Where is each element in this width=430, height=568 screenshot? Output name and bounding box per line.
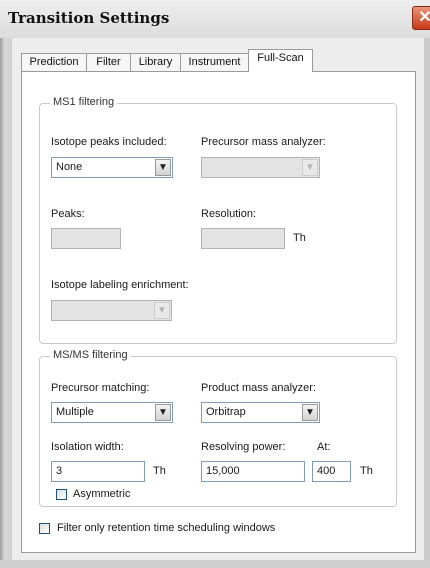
precursor-matching-select[interactable]: Multiple ▼ [51,402,173,423]
ms1-group-label: MS1 filtering [50,96,118,108]
msms-filtering-group: MS/MS filtering Precursor matching: Mult… [39,349,397,507]
at-unit: Th [360,465,373,477]
precursor-mass-analyzer-select[interactable]: ▼ [201,157,320,178]
isolation-width-unit: Th [153,465,166,477]
isotope-peaks-label: Isotope peaks included: [51,136,167,148]
title-bar: Transition Settings ✕ [0,0,430,38]
at-field[interactable]: 400 [312,461,351,482]
tab-full-scan[interactable]: Full-Scan [248,49,313,72]
ms1-filtering-group: MS1 filtering Isotope peaks included: No… [39,96,397,344]
at-label: At: [317,441,331,453]
chevron-down-icon: ▼ [302,404,318,421]
chevron-down-icon: ▼ [155,159,171,176]
resolution-unit: Th [293,232,306,244]
enrichment-select[interactable]: ▼ [51,300,172,321]
close-icon: ✕ [418,9,430,26]
chevron-down-icon: ▼ [302,159,318,176]
close-button[interactable]: ✕ [412,6,430,30]
enrichment-label: Isotope labeling enrichment: [51,279,189,291]
tab-filter[interactable]: Filter [86,53,131,71]
full-scan-panel: MS1 filtering Isotope peaks included: No… [21,71,416,553]
msms-group-label: MS/MS filtering [50,349,131,361]
resolving-power-label: Resolving power: [201,441,286,453]
tab-instrument[interactable]: Instrument [180,53,249,71]
isolation-width-label: Isolation width: [51,441,124,453]
precursor-mass-analyzer-label: Precursor mass analyzer: [201,136,326,148]
chevron-down-icon: ▼ [155,404,171,421]
product-mass-analyzer-label: Product mass analyzer: [201,382,316,394]
resolution-field[interactable] [201,228,285,249]
peaks-field[interactable] [51,228,121,249]
tab-prediction[interactable]: Prediction [21,53,87,71]
product-mass-analyzer-value: Orbitrap [206,406,246,418]
window-frame-left [0,38,12,568]
window-frame-right [424,38,430,568]
window-title: Transition Settings [8,9,170,27]
window-frame-bottom [0,560,430,568]
precursor-matching-value: Multiple [56,406,94,418]
asymmetric-label: Asymmetric [73,488,131,500]
isotope-peaks-value: None [56,161,83,173]
isotope-peaks-select[interactable]: None ▼ [51,157,173,178]
resolving-power-field[interactable]: 15,000 [201,461,305,482]
retention-filter-label: Filter only retention time scheduling wi… [57,522,276,534]
chevron-down-icon: ▼ [154,302,170,319]
retention-filter-checkbox[interactable] [39,523,50,534]
isolation-width-field[interactable]: 3 [51,461,145,482]
precursor-matching-label: Precursor matching: [51,382,150,394]
dialog-body: Prediction Filter Library Instrument Ful… [12,38,424,560]
product-mass-analyzer-select[interactable]: Orbitrap ▼ [201,402,320,423]
resolution-label: Resolution: [201,208,257,220]
tab-library[interactable]: Library [130,53,181,71]
asymmetric-checkbox[interactable] [56,489,67,500]
peaks-label: Peaks: [51,208,85,220]
